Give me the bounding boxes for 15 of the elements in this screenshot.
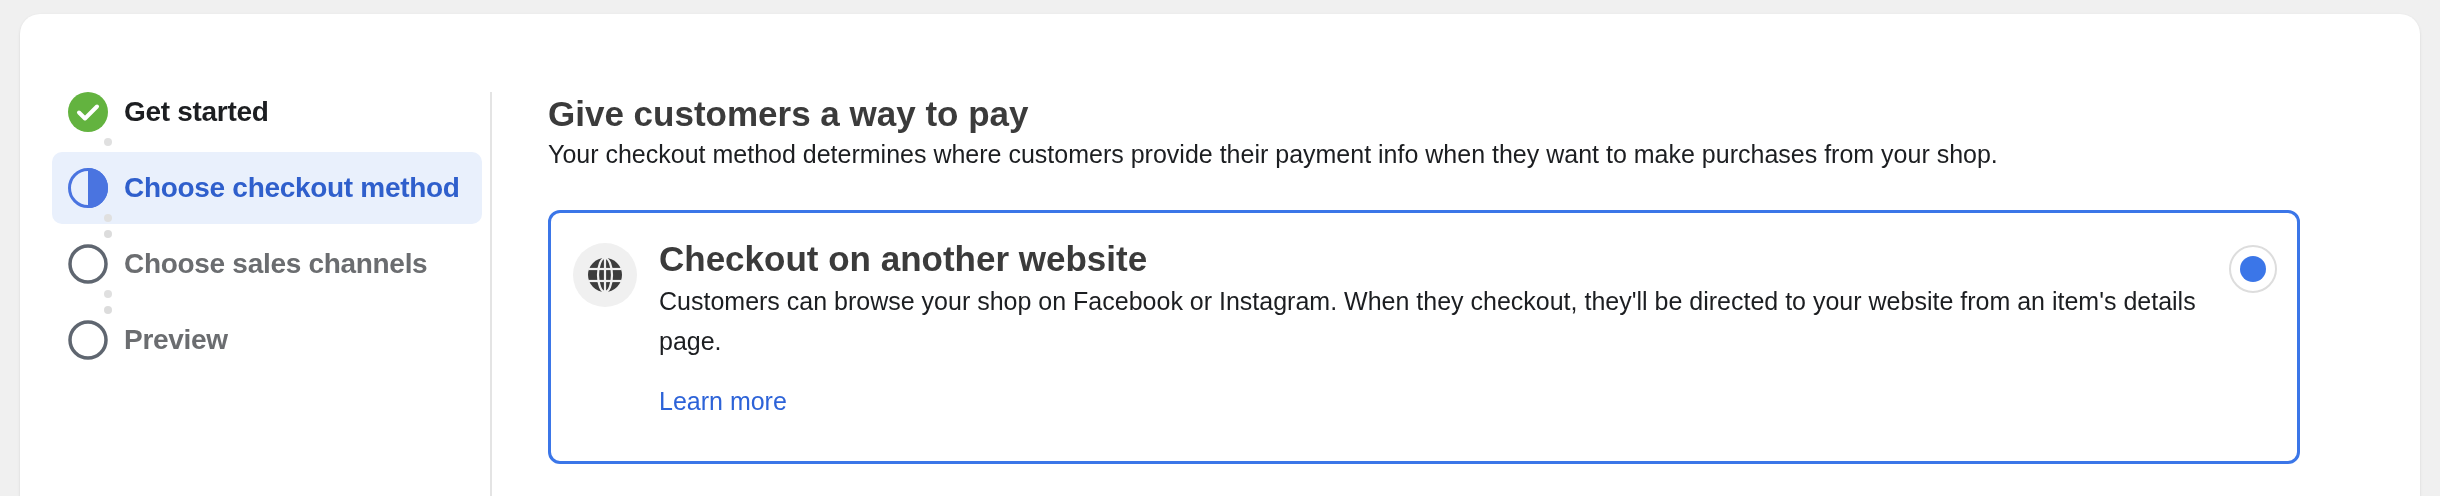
radio-button[interactable] bbox=[2229, 244, 2277, 293]
step-item[interactable]: Choose sales channels bbox=[52, 244, 482, 284]
learn-more-link[interactable]: Learn more bbox=[659, 382, 787, 420]
step-item[interactable]: Get started bbox=[52, 92, 482, 132]
option-card[interactable]: Checkout on another website Customers can browse your shop on Facebook or Instagram. When they checkout, they'll be directed to your website from an item's details page. Learn more bbox=[548, 209, 2300, 464]
empty-circle-icon bbox=[68, 320, 108, 360]
empty-circle-icon bbox=[68, 244, 108, 284]
option-title: Checkout on another website bbox=[659, 238, 1149, 279]
step-item[interactable]: Preview bbox=[52, 320, 482, 360]
step-item[interactable]: Choose checkout method bbox=[52, 152, 482, 224]
page-subtitle: Your checkout method determines where customers provide their payment info when they want to make purchases from your shop. bbox=[548, 139, 1999, 170]
page-heading: Give customers a way to pay bbox=[548, 94, 1030, 134]
half-circle-icon bbox=[68, 168, 108, 208]
option-description: Customers can browse your shop on Facebook or Instagram. When they checkout, they'll be directed to your website from an item's details page. bbox=[659, 285, 2197, 357]
check-icon bbox=[68, 92, 108, 132]
